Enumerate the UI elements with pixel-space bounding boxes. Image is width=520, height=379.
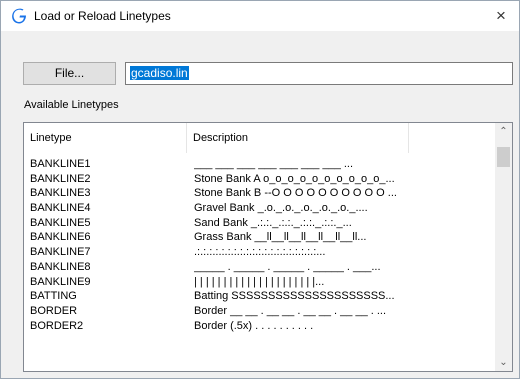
linetype-name: BORDER <box>30 304 78 317</box>
list-item[interactable]: BORDER Border __ __ . __ __ . __ __ . __ … <box>24 304 496 319</box>
list-item[interactable]: BANKLINE6 Grass Bank __ll__ll__ll__ll__ll… <box>24 230 496 245</box>
linetype-name: BORDER2 <box>30 319 84 332</box>
linetype-description: Batting SSSSSSSSSSSSSSSSSSSSS... <box>194 290 395 303</box>
file-name-input[interactable]: gcadiso.lin <box>125 62 513 85</box>
scrollbar-thumb[interactable] <box>497 147 510 167</box>
list-item[interactable]: BANKLINE4 Gravel Bank _.o._.o._.o._.o._.o… <box>24 201 496 216</box>
linetype-description: Stone Bank B --O O O O O O O O O O ... <box>194 187 397 200</box>
linetype-name: BANKLINE4 <box>30 202 91 215</box>
linetype-description: | | | | | | | | | | | | | | | | | | | | … <box>194 275 325 288</box>
linetype-name: BANKLINE8 <box>30 260 91 273</box>
list-item[interactable]: BANKLINE2 Stone Bank A o_o_o_o_o_o_o_o_o_… <box>24 172 496 187</box>
linetype-name: BANKLINE9 <box>30 275 91 288</box>
linetype-name: BANKLINE5 <box>30 216 91 229</box>
linetype-name: BANKLINE7 <box>30 246 91 259</box>
vertical-scrollbar[interactable]: ⌃ ⌄ <box>495 123 512 371</box>
file-button[interactable]: File... <box>23 62 116 85</box>
list-item[interactable]: BANKLINE1 ___ ___ ___ ___ ___ ___ ___ ... <box>24 157 496 172</box>
linetype-description: Border (.5x) . . . . . . . . . . <box>194 319 314 332</box>
linetype-name: BANKLINE3 <box>30 187 91 200</box>
linetype-description: Grass Bank __ll__ll__ll__ll__ll__ll... <box>194 231 367 244</box>
list-rows: BANKLINE1 ___ ___ ___ ___ ___ ___ ___ ...… <box>24 157 496 333</box>
linetype-description: Border __ __ . __ __ . __ __ . __ __ . .… <box>194 304 387 317</box>
linetype-name: BANKLINE1 <box>30 158 91 170</box>
window-title: Load or Reload Linetypes <box>34 9 171 23</box>
file-name-value: gcadiso.lin <box>130 66 189 80</box>
list-item[interactable]: BATTING Batting SSSSSSSSSSSSSSSSSSSSS... <box>24 289 496 304</box>
linetype-description: ___ ___ ___ ___ ___ ___ ___ ... <box>194 158 354 170</box>
column-header-description[interactable]: Description <box>187 123 409 153</box>
linetype-description: Stone Bank A o_o_o_o_o_o_o_o_o_o_... <box>194 172 395 185</box>
list-item[interactable]: BANKLINE7.:.:.:.:.:.:.:.:.:.:.:.:.:.:.:.… <box>24 245 496 260</box>
scroll-down-arrow-icon[interactable]: ⌄ <box>495 354 512 371</box>
list-item[interactable]: BORDER2 Border (.5x) . . . . . . . . . . <box>24 319 496 334</box>
load-linetypes-dialog: Load or Reload Linetypes × File... gcadi… <box>0 0 520 379</box>
linetypes-list[interactable]: Linetype Description BANKLINE1 ___ ___ __… <box>23 122 513 372</box>
g-logo-icon <box>12 8 26 24</box>
list-item[interactable]: BANKLINE3 Stone Bank B --O O O O O O O O … <box>24 186 496 201</box>
linetype-name: BATTING <box>30 290 77 303</box>
linetype-name: BANKLINE6 <box>30 231 91 244</box>
scroll-up-arrow-icon[interactable]: ⌃ <box>495 123 512 140</box>
linetype-description: .:.:.:.:.:.:.:.:.:.:.:.:.:.:.:.:.:.:.:.:… <box>194 246 326 259</box>
close-button[interactable]: × <box>485 1 517 31</box>
list-item[interactable]: BANKLINE5 Sand Bank _.:.:._.:.:._.:.:._.:… <box>24 216 496 231</box>
column-header-linetype[interactable]: Linetype <box>24 123 187 153</box>
available-linetypes-label: Available Linetypes <box>24 99 119 111</box>
title-bar: Load or Reload Linetypes × <box>1 1 519 31</box>
linetype-description: Gravel Bank _.o._.o._.o._.o._.o._.... <box>194 202 368 215</box>
list-header: Linetype Description <box>24 123 496 153</box>
linetype-description: _____ . _____ . _____ . _____ . ___... <box>194 260 381 273</box>
linetype-name: BANKLINE2 <box>30 172 91 185</box>
list-item[interactable]: BANKLINE9 | | | | | | | | | | | | | | | |… <box>24 275 496 290</box>
linetype-description: Sand Bank _.:.:._.:.:._.:.:._.:.:._... <box>194 216 352 229</box>
list-item[interactable]: BANKLINE8 _____ . _____ . _____ . _____ .… <box>24 260 496 275</box>
